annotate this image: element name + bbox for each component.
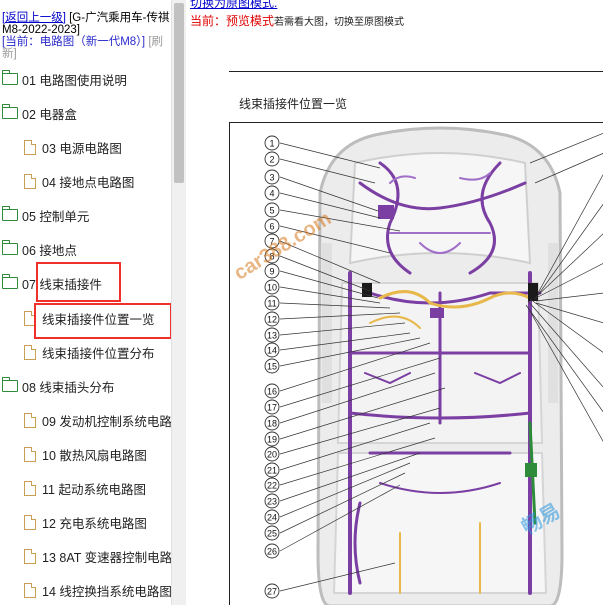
callout-number: 23	[267, 497, 277, 507]
mode-name: 预览模式	[226, 14, 275, 28]
mode-prefix: 当前：	[190, 14, 227, 28]
document-icon	[24, 548, 36, 564]
folder-icon	[1, 240, 18, 255]
document-icon	[24, 173, 36, 189]
tree-document[interactable]: 03 电源电路图	[22, 135, 122, 159]
tree-item-label: 10 散热风扇电路图	[42, 448, 147, 463]
tree-item-label: 12 充电系统电路图	[42, 516, 147, 531]
tree-document[interactable]: 13 8AT 变速器控制电路	[22, 544, 171, 568]
highlight-box-folder	[36, 262, 121, 302]
tree-item-label: 14 线控换挡系统电路图	[42, 584, 171, 599]
tree-folder[interactable]: 05 控制单元	[1, 203, 90, 227]
tree-item-label: 01 电路图使用说明	[22, 73, 127, 88]
callout-number: 18	[267, 419, 277, 429]
callout-number: 2	[269, 155, 274, 165]
folder-icon	[1, 206, 18, 221]
switch-mode-link[interactable]: 切换为原图模式.	[190, 0, 277, 11]
tree-document[interactable]: 04 接地点电路图	[22, 169, 134, 193]
tree-item-label: 11 起动系统电路图	[42, 482, 146, 497]
document-icon	[24, 139, 36, 155]
tree-document[interactable]: 09 发动机控制系统电路	[22, 408, 171, 432]
breadcrumb: [返回上一级] [G-广汽乘用车-传祺M8-2022-2023] [当前：电路图…	[0, 0, 171, 60]
highlight-box-item	[34, 303, 171, 339]
tree-item-label: 05 控制单元	[22, 209, 90, 224]
folder-icon	[1, 104, 18, 119]
vehicle-harness-diagram: 1234567891011121314151617181920212223242…	[264, 126, 603, 605]
tree-item-label: 04 接地点电路图	[42, 175, 135, 190]
sidebar-scrollbar[interactable]	[171, 0, 187, 605]
callout-number: 26	[267, 547, 277, 557]
callout-number: 14	[267, 346, 277, 356]
callout-number: 22	[267, 481, 277, 491]
folder-icon	[1, 70, 18, 85]
callout-number: 5	[269, 206, 274, 216]
tree-folder[interactable]: 08 线束插头分布	[1, 374, 115, 398]
tree-item-label: 06 接地点	[22, 243, 77, 258]
tree-document[interactable]: 10 散热风扇电路图	[22, 442, 147, 466]
tree-document[interactable]: 线束插接件位置分布	[22, 340, 155, 364]
sidebar-tree: [返回上一级] [G-广汽乘用车-传祺M8-2022-2023] [当前：电路图…	[0, 0, 171, 605]
tree-folder[interactable]: 01 电路图使用说明	[1, 67, 127, 91]
tree-document[interactable]: 12 充电系统电路图	[22, 510, 147, 534]
callout-number: 24	[267, 513, 277, 523]
document-icon	[24, 412, 36, 428]
callout-number: 12	[267, 315, 277, 325]
callout-number: 17	[267, 403, 277, 413]
tree-item-label: 13 8AT 变速器控制电路	[42, 550, 171, 565]
tree-document[interactable]: 14 线控换挡系统电路图	[22, 578, 171, 602]
tree-folder[interactable]: 02 电器盒	[1, 101, 77, 125]
callout-numbers: 1234567891011121314151617181920212223242…	[264, 135, 280, 599]
document-icon	[24, 514, 36, 530]
callout-number: 10	[267, 283, 277, 293]
document-icon	[24, 480, 36, 496]
main-panel: 切换为原图模式. 当前：预览模式若需看大图，切换至原图模式 线束插接件位置一览	[186, 0, 603, 605]
folder-icon	[1, 274, 18, 289]
callout-number: 19	[267, 435, 277, 445]
divider	[229, 71, 603, 72]
breadcrumb-current: [当前：电路图（新一代M8）]	[2, 36, 146, 48]
callout-number: 1	[269, 139, 274, 149]
tree-folder[interactable]: 06 接地点	[1, 237, 77, 261]
tree-item-label: 03 电源电路图	[42, 141, 122, 156]
back-link[interactable]: [返回上一级]	[2, 12, 66, 24]
callout-number: 13	[267, 331, 277, 341]
callout-number: 27	[267, 587, 277, 597]
mode-status: 当前：预览模式若需看大图，切换至原图模式	[190, 12, 404, 29]
document-icon	[24, 582, 36, 598]
tree-document[interactable]: 11 起动系统电路图	[22, 476, 146, 500]
callout-number: 25	[267, 529, 277, 539]
connector-diagram: 1 2 3 4 5 6 7 8 9 10 11 12 13 14 15 16 17 18 19 20 21 22 23 24 2…	[229, 122, 603, 605]
callout-number: 15	[267, 362, 277, 372]
scrollbar-thumb[interactable]	[174, 3, 184, 183]
tree-item-label: 08 线束插头分布	[22, 380, 115, 395]
folder-icon	[1, 377, 18, 392]
document-icon	[24, 446, 36, 462]
document-icon	[24, 344, 36, 360]
diagram-title: 线束插接件位置一览	[239, 97, 348, 111]
callout-number: 4	[269, 189, 274, 199]
mode-hint: 若需看大图，切换至原图模式	[274, 17, 405, 28]
callout-number: 3	[269, 173, 274, 183]
tree-item-label: 线束插接件位置分布	[42, 346, 155, 361]
callout-number: 20	[267, 450, 277, 460]
tree-item-label: 02 电器盒	[22, 107, 77, 122]
tree-item-label: 09 发动机控制系统电路	[42, 414, 171, 429]
callout-number: 16	[267, 387, 277, 397]
callout-number: 6	[269, 222, 274, 232]
callout-number: 11	[267, 299, 276, 309]
callout-number: 21	[267, 466, 277, 476]
